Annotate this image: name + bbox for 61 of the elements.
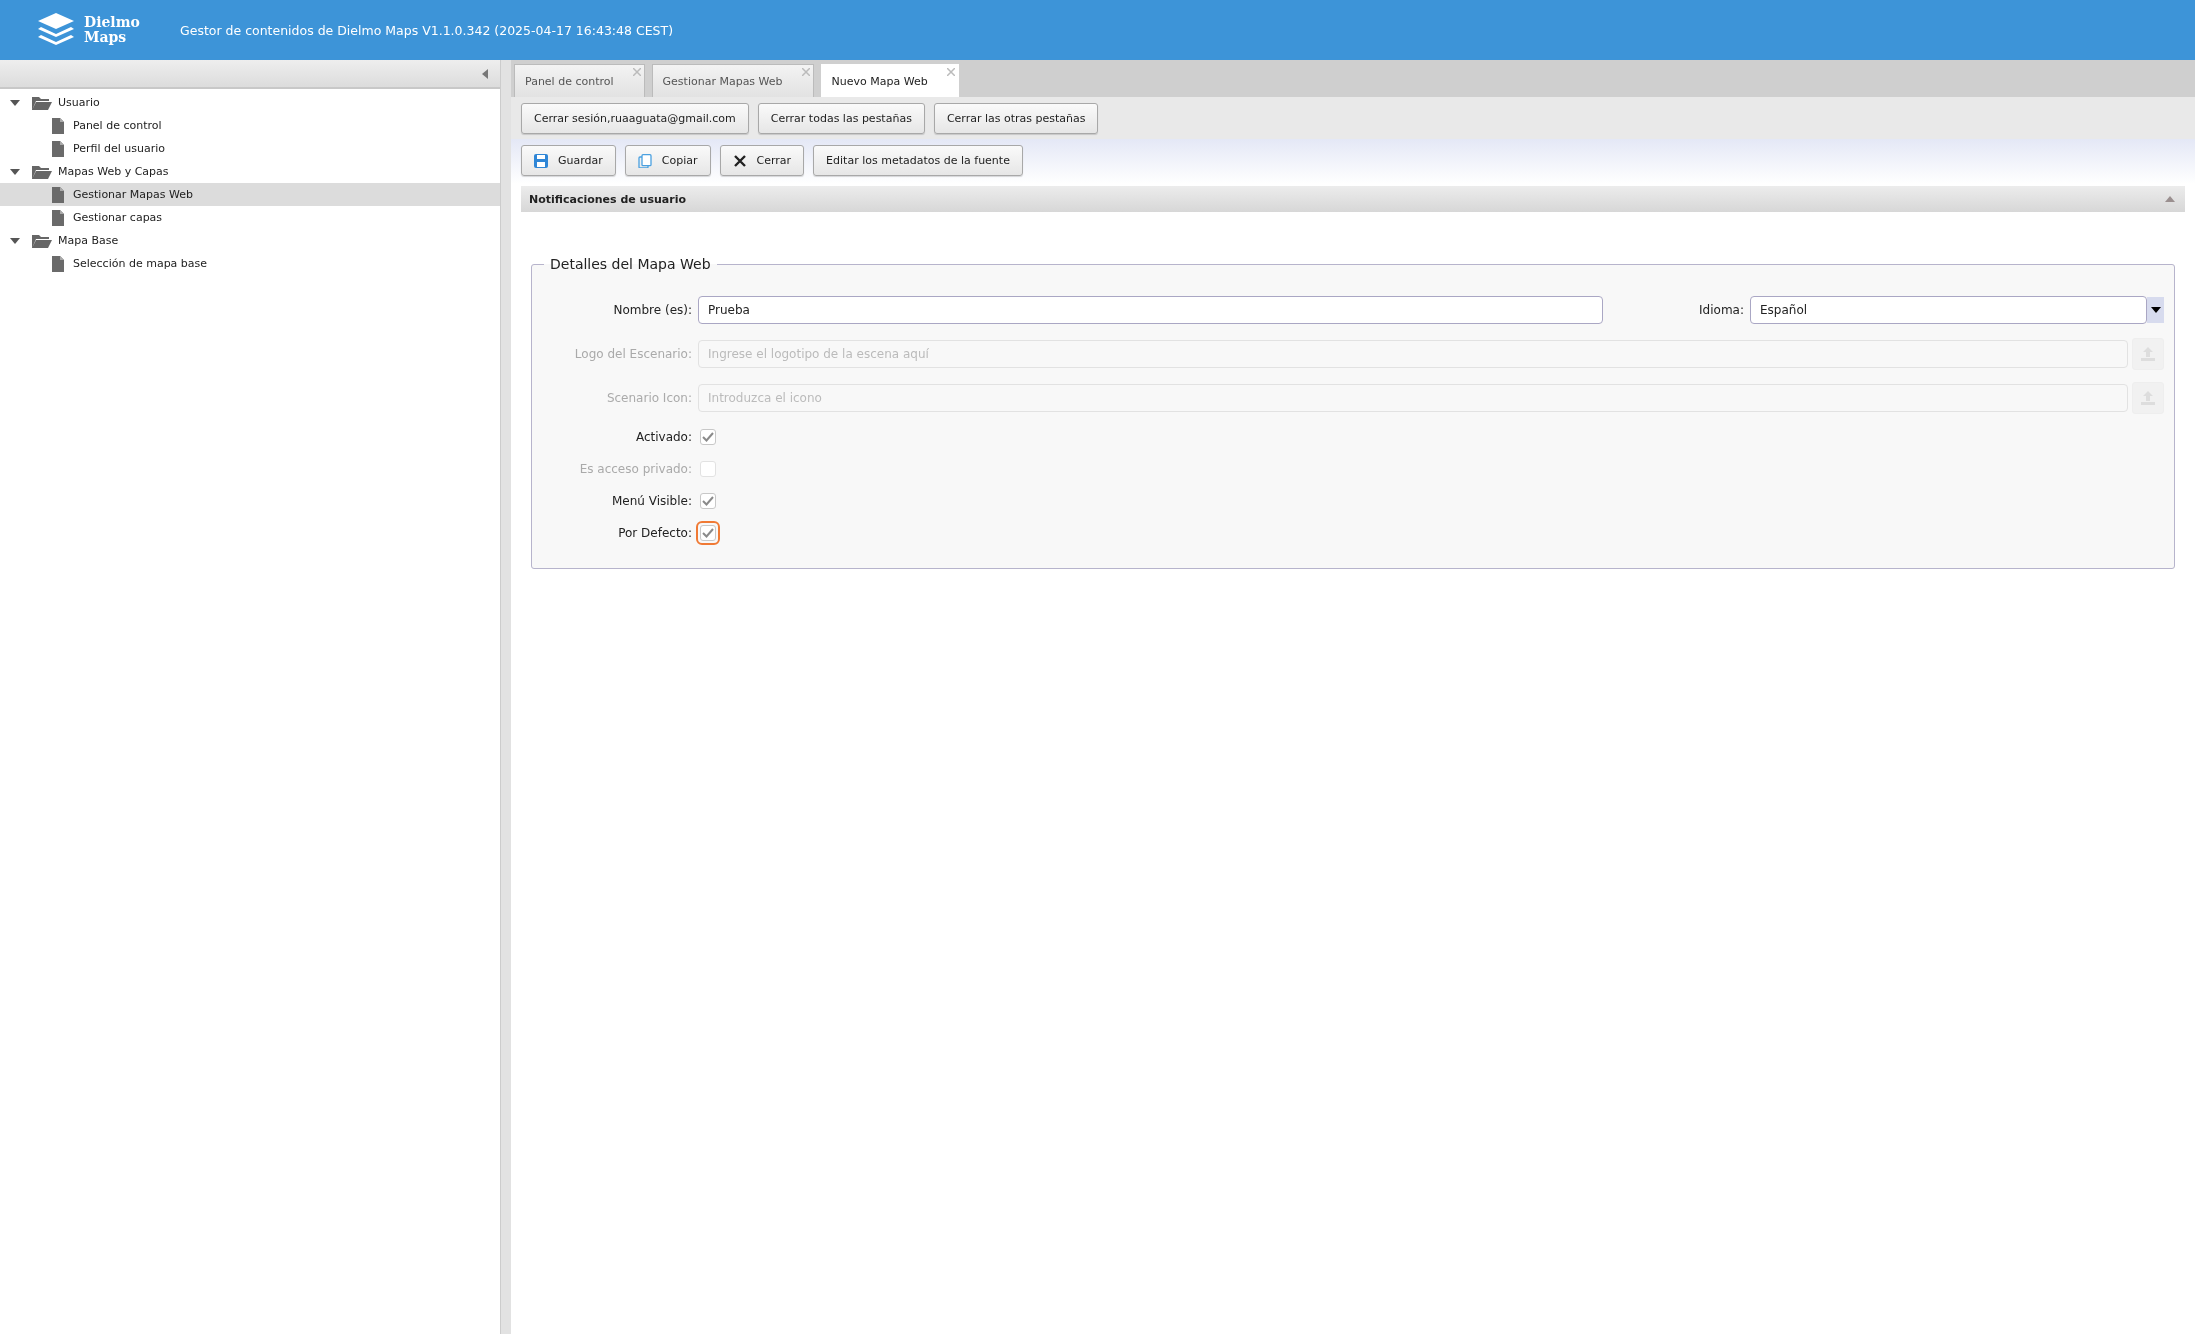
- tree-item[interactable]: Perfil del usuario: [0, 137, 500, 160]
- collapse-icon: [482, 68, 488, 79]
- toolbar-button[interactable]: Cerrar: [719, 145, 805, 176]
- field-label: Scenario Icon:: [605, 391, 693, 405]
- toolbar-button[interactable]: Cerrar todas las pestañas: [757, 103, 925, 134]
- tab[interactable]: Nuevo Mapa Web: [820, 64, 959, 97]
- tab[interactable]: Panel de control: [514, 64, 645, 97]
- copy-icon: [637, 153, 652, 168]
- folder-icon: [32, 233, 52, 248]
- upload-button[interactable]: [2132, 338, 2164, 370]
- document-icon: [52, 255, 64, 272]
- field-label: Por Defecto:: [617, 526, 693, 540]
- expand-arrow-icon: [10, 237, 20, 244]
- folder-icon: [32, 95, 52, 110]
- tab[interactable]: Gestionar Mapas Web: [651, 64, 814, 97]
- caret-icon: [2150, 307, 2161, 313]
- dropdown-button[interactable]: [2147, 297, 2164, 323]
- toolbar-button[interactable]: Copiar: [624, 145, 711, 176]
- tree-item[interactable]: Mapas Web y Capas: [0, 160, 500, 183]
- field-label: Menú Visible:: [611, 494, 693, 508]
- expand-arrow-icon: [10, 99, 20, 106]
- layers-logo-icon: [36, 12, 76, 48]
- checkbox[interactable]: [700, 429, 716, 445]
- dropdown-field[interactable]: Español: [1750, 296, 2147, 324]
- upload-button[interactable]: [2132, 382, 2164, 414]
- panel-header[interactable]: Notificaciones de usuario: [521, 186, 2185, 212]
- toolbar-button[interactable]: Cerrar sesión,ruaaguata@gmail.com: [521, 103, 749, 134]
- collapse-arrow-icon: [2165, 196, 2175, 202]
- tree-item[interactable]: Mapa Base: [0, 229, 500, 252]
- close-icon: [732, 153, 747, 168]
- field-label: Activado:: [634, 430, 693, 444]
- field-label: Idioma:: [1699, 303, 1745, 317]
- document-icon: [52, 117, 64, 134]
- tree-item[interactable]: Selección de mapa base: [0, 252, 500, 275]
- tree-item[interactable]: Usuario: [0, 91, 500, 114]
- field-label: Nombre (es):: [612, 303, 693, 317]
- document-icon: [52, 140, 64, 157]
- tree-item[interactable]: Panel de control: [0, 114, 500, 137]
- section-title: Detalles del Mapa Web: [549, 256, 712, 272]
- close-icon[interactable]: [801, 68, 810, 76]
- checkmark-icon: [702, 432, 714, 442]
- expand-arrow-icon: [10, 168, 20, 175]
- checkmark-icon: [702, 528, 714, 538]
- field-label: Logo del Escenario:: [573, 347, 693, 361]
- field-label: Es acceso privado:: [578, 462, 693, 476]
- folder-icon: [32, 164, 52, 179]
- close-icon[interactable]: [946, 68, 955, 76]
- close-icon[interactable]: [632, 68, 641, 76]
- toolbar-button[interactable]: Cerrar las otras pestañas: [933, 103, 1099, 134]
- app-title: Gestor de contenidos de Dielmo Maps V1.1.0.342 (2025-04-17 16:43:48 CEST): [180, 22, 673, 38]
- toolbar-button[interactable]: Guardar: [521, 145, 616, 176]
- logo-text: Dielmo Maps: [84, 15, 140, 45]
- document-icon: [52, 186, 64, 203]
- checkbox[interactable]: [700, 493, 716, 509]
- toolbar-button[interactable]: Editar los metadatos de la fuente: [813, 145, 1023, 176]
- document-icon: [52, 209, 64, 226]
- text-field[interactable]: Prueba: [698, 296, 1604, 324]
- save-icon: [534, 153, 548, 168]
- checkmark-icon: [702, 496, 714, 506]
- tree-item[interactable]: Gestionar capas: [0, 206, 500, 229]
- tree-item[interactable]: Gestionar Mapas Web: [0, 183, 500, 206]
